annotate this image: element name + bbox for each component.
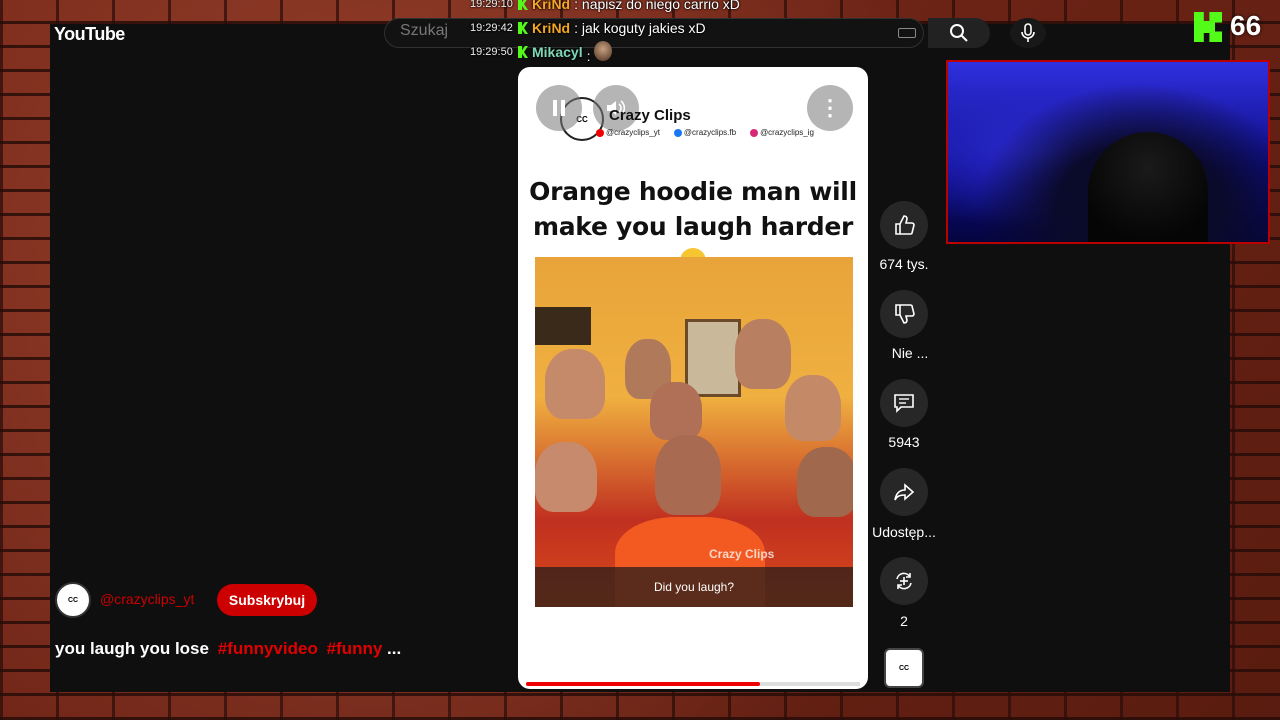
viewer-count: 66 (1230, 10, 1262, 41)
sound-source-avatar[interactable]: CC (884, 648, 924, 688)
video-watermark: Crazy Clips (709, 547, 775, 561)
video-title-text: Orange hoodie man will make you laugh ha… (529, 177, 857, 241)
share-label: Udostęp... (872, 524, 936, 540)
person (735, 319, 791, 389)
share-button[interactable] (880, 468, 928, 516)
pause-button[interactable] (536, 85, 582, 131)
kick-badge-icon (518, 0, 528, 10)
youtube-logo[interactable]: YouTube (54, 24, 125, 45)
thumbs-down-icon (895, 304, 915, 324)
description-more[interactable]: ... (387, 639, 401, 658)
social-youtube: @crazyclips_yt (596, 128, 660, 137)
social-handles: @crazyclips_yt @crazyclips.fb @crazyclip… (596, 128, 814, 137)
like-count: 674 tys. (879, 256, 929, 272)
keyboard-icon[interactable] (898, 28, 916, 38)
remix-icon (896, 572, 912, 590)
share-icon (894, 483, 915, 501)
mic-icon (1021, 23, 1035, 42)
person (650, 382, 702, 440)
stream-chat-overlay: 19:29:10 KriNd: napisz do niego carrio x… (470, 0, 740, 64)
chat-message: 19:29:42 KriNd: jak koguty jakies xD (470, 16, 740, 40)
hashtag-link[interactable]: #funnyvideo (218, 639, 318, 658)
facebook-icon (673, 128, 682, 137)
chat-message: 19:29:10 KriNd: napisz do niego carrio x… (470, 0, 740, 16)
dislike-label: Nie ... (891, 345, 929, 361)
hashtag-link[interactable]: #funny (327, 639, 383, 658)
wall-sign (535, 307, 591, 345)
social-handle: @crazyclips_yt (606, 128, 660, 137)
remix-button[interactable] (880, 557, 928, 605)
person (655, 435, 721, 515)
person (545, 349, 605, 419)
comments-button[interactable] (880, 379, 928, 427)
pause-icon (553, 100, 565, 116)
chat-username: KriNd (532, 0, 571, 12)
video-description[interactable]: you laugh you lose #funnyvideo #funny ..… (55, 639, 401, 659)
wall-picture (685, 319, 741, 397)
chat-text: : (587, 40, 613, 64)
social-instagram: @crazyclips_ig (750, 128, 814, 137)
remix-count: 2 (900, 613, 908, 629)
chat-username: Mikacyl (532, 44, 583, 60)
social-handle: @crazyclips_ig (760, 128, 814, 137)
description-text: you laugh you lose (55, 639, 209, 658)
chat-message: 19:29:50 Mikacyl: (470, 40, 740, 64)
channel-handle[interactable]: @crazyclips_yt (100, 591, 194, 607)
search-placeholder: Szukaj (400, 22, 449, 39)
search-icon (950, 24, 968, 42)
chat-time: 19:29:50 (470, 46, 513, 58)
progress-bar[interactable] (526, 682, 860, 686)
person (785, 375, 841, 441)
subscribe-button[interactable]: Subskrybuj (217, 584, 317, 616)
video-caption: Did you laugh? (535, 567, 853, 607)
dislike-button[interactable] (880, 290, 928, 338)
person (797, 447, 853, 517)
streamer-silhouette (1088, 132, 1208, 242)
voice-search-button[interactable] (1010, 18, 1046, 48)
channel-avatar[interactable]: CC (55, 582, 91, 618)
youtube-icon (596, 128, 604, 137)
more-options-button[interactable]: ⋮ (807, 85, 853, 131)
social-facebook: @crazyclips.fb (673, 128, 737, 137)
thumbs-up-icon (895, 215, 915, 235)
chat-text: : napisz do niego carrio xD (574, 0, 740, 12)
video-frame: Crazy Clips Did you laugh? (535, 257, 853, 607)
chat-text: : jak koguty jakies xD (574, 20, 706, 36)
kick-badge-icon (518, 22, 528, 34)
instagram-icon (750, 128, 759, 137)
comment-count: 5943 (888, 434, 920, 450)
search-button[interactable] (928, 18, 990, 48)
brand-name: Crazy Clips (609, 107, 691, 124)
person (535, 442, 597, 512)
chat-time: 19:29:10 (470, 0, 513, 10)
chat-username: KriNd (532, 20, 571, 36)
progress-fill (526, 682, 760, 686)
emote-icon (594, 40, 613, 61)
webcam-feed (946, 60, 1270, 244)
chat-time: 19:29:42 (470, 22, 513, 34)
like-button[interactable] (880, 201, 928, 249)
chat-message-text: jak koguty jakies xD (581, 20, 706, 36)
comment-icon (894, 394, 914, 413)
social-handle: @crazyclips.fb (683, 128, 737, 137)
kick-badge-icon (518, 46, 528, 58)
chat-message-text: napisz do niego carrio xD (581, 0, 740, 12)
shorts-player[interactable]: CC Crazy Clips @crazyclips_yt @crazyclip… (518, 67, 868, 689)
